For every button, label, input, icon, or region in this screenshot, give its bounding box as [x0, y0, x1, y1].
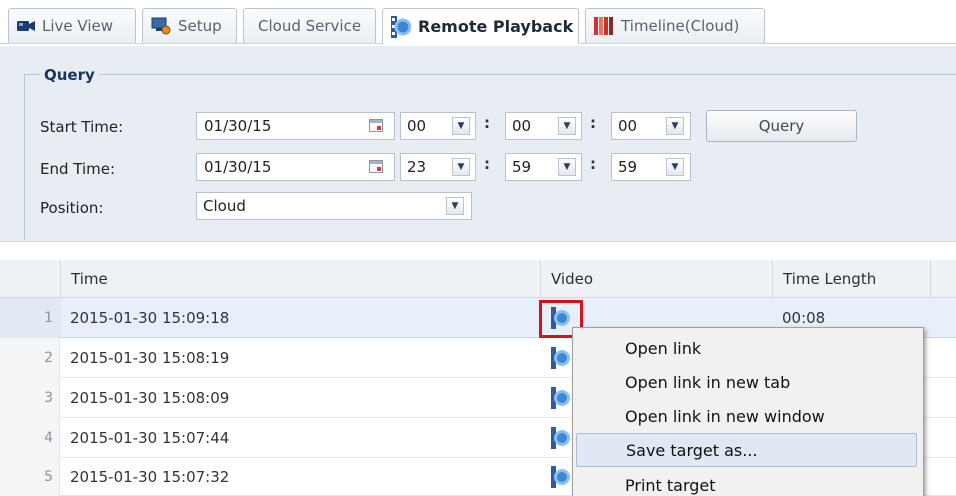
menu-item-open-link[interactable]: Open link	[573, 331, 923, 365]
tab-timeline-cloud[interactable]: Timeline(Cloud)	[585, 8, 765, 43]
video-icon[interactable]	[551, 466, 570, 488]
chevron-down-icon[interactable]: ▼	[452, 158, 470, 176]
column-header-time[interactable]: Time	[60, 260, 540, 298]
row-time: 2015-01-30 15:07:32	[70, 468, 230, 486]
tab-label: Setup	[178, 17, 222, 35]
end-second-value: 59	[618, 158, 638, 176]
chevron-down-icon[interactable]: ▼	[558, 117, 576, 135]
row-number: 3	[0, 378, 60, 418]
colon: :	[590, 114, 596, 132]
tab-label: Timeline(Cloud)	[621, 17, 740, 35]
setup-icon	[151, 17, 171, 35]
query-panel	[0, 46, 956, 242]
calendar-icon[interactable]	[369, 160, 383, 173]
query-fieldset	[24, 74, 956, 240]
timeline-icon	[594, 17, 613, 35]
video-icon[interactable]	[551, 347, 570, 369]
table-header: Time Video Time Length	[0, 260, 956, 298]
menu-item-save-target-as[interactable]: Save target as...	[576, 433, 917, 467]
chevron-down-icon[interactable]: ▼	[452, 117, 470, 135]
chevron-down-icon[interactable]: ▼	[446, 197, 464, 215]
tab-bar: Live View Setup Cloud Service Remote Pla…	[0, 0, 956, 46]
context-menu: Open link Open link in new tab Open link…	[572, 327, 924, 496]
position-label: Position:	[40, 199, 104, 217]
tab-remote-playback[interactable]: Remote Playback	[382, 8, 579, 44]
end-date-value: 01/30/15	[204, 158, 272, 176]
start-date-input[interactable]: 01/30/15	[196, 112, 395, 140]
query-button[interactable]: Query	[706, 110, 857, 142]
tab-setup[interactable]: Setup	[142, 8, 237, 43]
menu-item-print-target[interactable]: Print target	[573, 468, 923, 496]
start-time-label: Start Time:	[40, 118, 124, 136]
column-header-video[interactable]: Video	[540, 260, 772, 298]
tab-label: Cloud Service	[258, 17, 362, 35]
end-date-input[interactable]: 01/30/15	[196, 153, 395, 181]
colon: :	[590, 155, 596, 173]
position-select[interactable]: Cloud	[196, 192, 472, 220]
row-time: 2015-01-30 15:08:19	[70, 349, 230, 367]
menu-item-open-link-new-tab[interactable]: Open link in new tab	[573, 365, 923, 399]
column-header-time-length[interactable]: Time Length	[772, 260, 930, 298]
position-value: Cloud	[203, 197, 246, 215]
video-icon[interactable]	[551, 427, 570, 449]
start-minute-value: 00	[512, 117, 532, 135]
chevron-down-icon[interactable]: ▼	[666, 117, 684, 135]
end-minute-value: 59	[512, 158, 532, 176]
start-second-value: 00	[618, 117, 638, 135]
column-header-spacer	[930, 260, 956, 298]
tab-label: Remote Playback	[418, 17, 574, 36]
start-date-value: 01/30/15	[204, 117, 272, 135]
row-time: 2015-01-30 15:08:09	[70, 389, 230, 407]
tab-label: Live View	[42, 17, 113, 35]
start-hour-value: 00	[407, 117, 427, 135]
film-icon	[391, 15, 411, 38]
tab-live-view[interactable]: Live View	[8, 8, 136, 43]
row-time: 2015-01-30 15:09:18	[70, 309, 230, 327]
chevron-down-icon[interactable]: ▼	[558, 158, 576, 176]
row-number: 4	[0, 418, 60, 458]
end-hour-value: 23	[407, 158, 427, 176]
row-number: 1	[0, 298, 60, 338]
menu-item-open-link-new-window[interactable]: Open link in new window	[573, 399, 923, 433]
row-number: 5	[0, 458, 60, 496]
calendar-icon[interactable]	[369, 119, 383, 132]
tab-cloud-service[interactable]: Cloud Service	[243, 8, 376, 43]
chevron-down-icon[interactable]: ▼	[666, 158, 684, 176]
colon: :	[484, 114, 490, 132]
end-time-label: End Time:	[40, 160, 116, 178]
row-time: 2015-01-30 15:07:44	[70, 429, 230, 447]
row-number: 2	[0, 338, 60, 378]
video-icon[interactable]	[551, 387, 570, 409]
camera-icon	[17, 21, 35, 31]
colon: :	[484, 155, 490, 173]
query-legend: Query	[40, 66, 99, 84]
